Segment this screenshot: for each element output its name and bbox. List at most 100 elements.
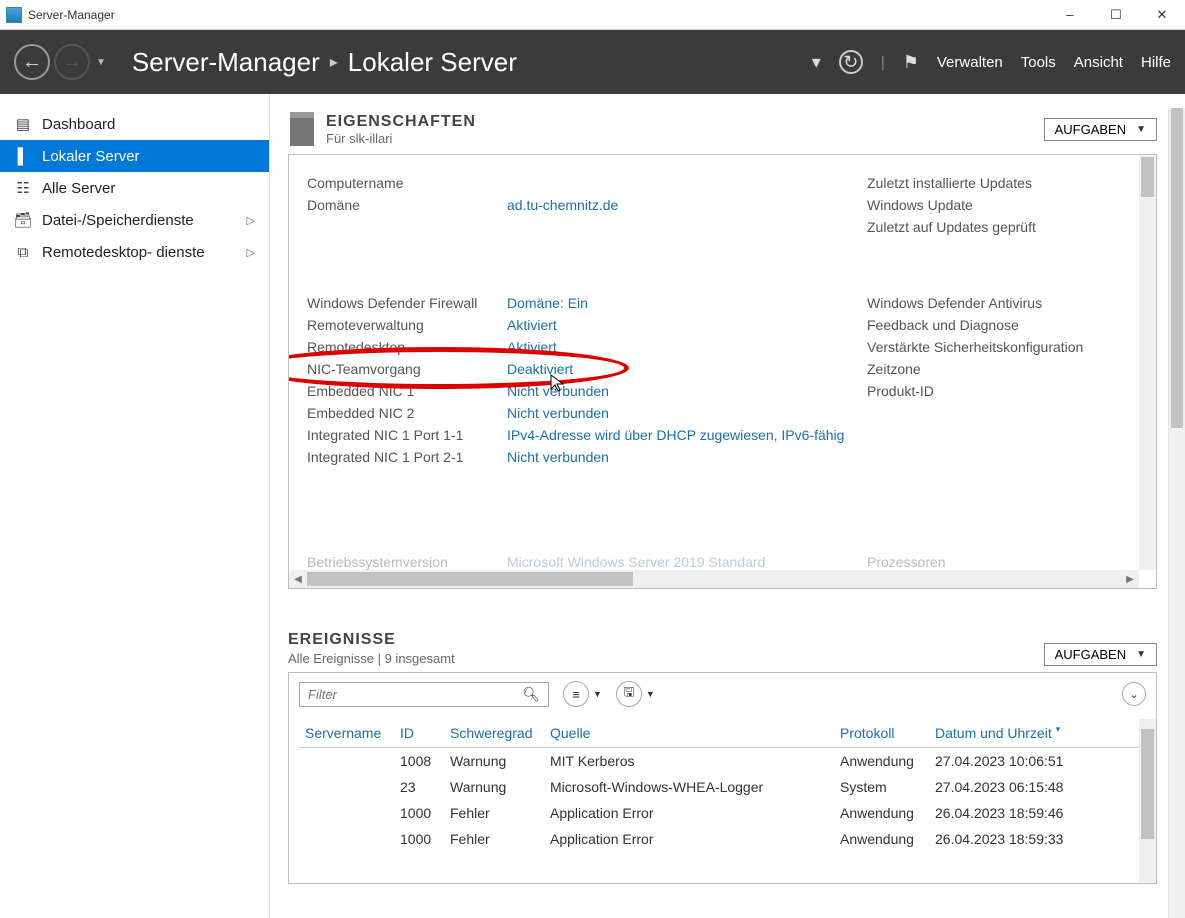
property-row: Integrated NIC 1 Port 2-1 Nicht verbunden	[307, 449, 1138, 465]
minimize-button[interactable]: –	[1047, 0, 1093, 30]
property-key: Integrated NIC 1 Port 1-1	[307, 427, 497, 443]
property-value-link[interactable]: Deaktiviert	[507, 361, 857, 377]
table-cell: Application Error	[544, 800, 834, 826]
property-row: Embedded NIC 1Nicht verbundenProdukt-ID	[307, 383, 1138, 399]
property-value-link[interactable]: Aktiviert	[507, 317, 857, 333]
sidebar-item-dashboard[interactable]: ▤ Dashboard	[0, 108, 269, 140]
table-cell: 27.04.2023 10:06:51	[929, 748, 1146, 775]
table-cell: Warnung	[444, 774, 544, 800]
property-right-label: Zuletzt installierte Updates	[867, 175, 1127, 191]
table-cell: 23	[394, 774, 444, 800]
header-right: ▾ ↻ | ⚑ Verwalten Tools Ansicht Hilfe	[812, 50, 1171, 74]
col-protocol[interactable]: Protokoll	[834, 719, 929, 748]
breadcrumb: Server-Manager ▸ Lokaler Server	[132, 47, 517, 78]
properties-h-scrollbar[interactable]: ◀ ▶	[289, 570, 1139, 588]
property-value-link[interactable]: Domäne: Ein	[507, 295, 857, 311]
events-filter-box[interactable]: 🔍︎	[299, 682, 549, 707]
header-dropdown-icon[interactable]: ▾	[812, 52, 821, 73]
sidebar-item-label: Alle Server	[42, 180, 115, 197]
window-controls: – ☐ ✕	[1047, 0, 1185, 30]
table-cell: Application Error	[544, 826, 834, 852]
col-severity[interactable]: Schweregrad	[444, 719, 544, 748]
property-value-link[interactable]: Nicht verbunden	[507, 383, 857, 399]
col-source[interactable]: Quelle	[544, 719, 834, 748]
window-title: Server-Manager	[28, 8, 115, 22]
tasks-label: AUFGABEN	[1055, 647, 1127, 662]
property-key: NIC-Teamvorgang	[307, 361, 497, 377]
property-row: Computername Zuletzt installierte Update…	[307, 175, 1138, 191]
breadcrumb-current[interactable]: Lokaler Server	[348, 47, 517, 78]
events-save-button[interactable]: 🖫︎	[616, 681, 642, 707]
property-value-link[interactable]: IPv4-Adresse wird über DHCP zugewiesen, …	[507, 427, 857, 443]
property-key: Domäne	[307, 197, 497, 213]
property-row: Zuletzt auf Updates geprüft	[307, 219, 1138, 235]
events-section: EREIGNISSE Alle Ereignisse | 9 insgesamt…	[288, 631, 1157, 884]
properties-content: Computername Zuletzt installierte Update…	[289, 155, 1156, 465]
sidebar-item-remote-desktop[interactable]: ⧉ Remotedesktop- dienste ▷	[0, 236, 269, 268]
body: ▤ Dashboard ▌ Lokaler Server ☷ Alle Serv…	[0, 94, 1185, 918]
col-servername[interactable]: Servername	[299, 719, 394, 748]
events-expand-button[interactable]: ⌄	[1122, 682, 1146, 706]
property-value-link[interactable]: Nicht verbunden	[507, 405, 857, 421]
sidebar-item-label: Datei-/Speicherdienste	[42, 212, 194, 229]
app-icon	[6, 7, 22, 23]
main-content: EIGENSCHAFTEN Für slk-illari AUFGABEN ▼ …	[270, 94, 1185, 918]
property-value-link[interactable]: ad.tu-chemnitz.de	[507, 197, 857, 213]
events-subtitle: Alle Ereignisse | 9 insgesamt	[288, 651, 455, 666]
property-right-label: Windows Update	[867, 197, 1127, 213]
table-cell: MIT Kerberos	[544, 748, 834, 775]
sidebar-item-all-servers[interactable]: ☷ Alle Server	[0, 172, 269, 204]
sidebar-item-label: Dashboard	[42, 116, 115, 133]
search-icon[interactable]: 🔍︎	[522, 686, 540, 703]
table-cell	[299, 748, 394, 775]
property-right-label: Zeitzone	[867, 361, 1127, 377]
sidebar-item-label: Lokaler Server	[42, 148, 140, 165]
table-row[interactable]: 1000FehlerApplication ErrorAnwendung26.0…	[299, 826, 1146, 852]
table-cell: 1000	[394, 800, 444, 826]
main-scrollbar[interactable]	[1168, 108, 1185, 918]
chevron-down-icon[interactable]: ▼	[593, 689, 602, 699]
property-key: Integrated NIC 1 Port 2-1	[307, 449, 497, 465]
nav-forward-button[interactable]: →	[54, 44, 90, 80]
nav-back-button[interactable]: ←	[14, 44, 50, 80]
table-cell: 1000	[394, 826, 444, 852]
menu-ansicht[interactable]: Ansicht	[1074, 54, 1123, 71]
table-row[interactable]: 23WarnungMicrosoft-Windows-WHEA-LoggerSy…	[299, 774, 1146, 800]
sidebar-item-file-storage[interactable]: 🗃 Datei-/Speicherdienste ▷	[0, 204, 269, 236]
properties-header: EIGENSCHAFTEN Für slk-illari AUFGABEN ▼	[288, 108, 1157, 154]
menu-verwalten[interactable]: Verwalten	[937, 54, 1003, 71]
flag-icon[interactable]: ⚑	[903, 52, 919, 73]
property-value-link[interactable]	[507, 175, 857, 191]
table-cell: 26.04.2023 18:59:46	[929, 800, 1146, 826]
sidebar-item-local-server[interactable]: ▌ Lokaler Server	[0, 140, 269, 172]
properties-title: EIGENSCHAFTEN	[326, 113, 476, 131]
events-tasks-button[interactable]: AUFGABEN ▼	[1044, 643, 1157, 666]
property-row: Domäne ad.tu-chemnitz.de Windows Update	[307, 197, 1138, 213]
property-value-link[interactable]: Aktiviert	[507, 339, 857, 355]
events-view-options-button[interactable]: ≡	[563, 681, 589, 707]
table-row[interactable]: 1000FehlerApplication ErrorAnwendung26.0…	[299, 800, 1146, 826]
refresh-icon[interactable]: ↻	[839, 50, 863, 74]
col-datetime[interactable]: Datum und Uhrzeit▾	[929, 719, 1146, 748]
table-cell: Fehler	[444, 800, 544, 826]
breadcrumb-root[interactable]: Server-Manager	[132, 47, 320, 78]
menu-hilfe[interactable]: Hilfe	[1141, 54, 1171, 71]
table-cell: Fehler	[444, 826, 544, 852]
property-value-link[interactable]: Nicht verbunden	[507, 449, 857, 465]
events-scrollbar[interactable]	[1139, 719, 1156, 883]
properties-tasks-button[interactable]: AUFGABEN ▼	[1044, 118, 1157, 141]
table-cell	[299, 800, 394, 826]
events-filter-input[interactable]	[308, 687, 522, 702]
table-cell: Warnung	[444, 748, 544, 775]
table-row[interactable]: 1008WarnungMIT KerberosAnwendung27.04.20…	[299, 748, 1146, 775]
table-cell: 27.04.2023 06:15:48	[929, 774, 1146, 800]
chevron-down-icon[interactable]: ▼	[646, 689, 655, 699]
property-key: Computername	[307, 175, 497, 191]
close-button[interactable]: ✕	[1139, 0, 1185, 30]
property-key: Windows Defender Firewall	[307, 295, 497, 311]
col-id[interactable]: ID	[394, 719, 444, 748]
menu-tools[interactable]: Tools	[1021, 54, 1056, 71]
properties-v-scrollbar[interactable]	[1139, 155, 1156, 570]
maximize-button[interactable]: ☐	[1093, 0, 1139, 30]
nav-history-dropdown[interactable]: ▼	[96, 57, 106, 68]
